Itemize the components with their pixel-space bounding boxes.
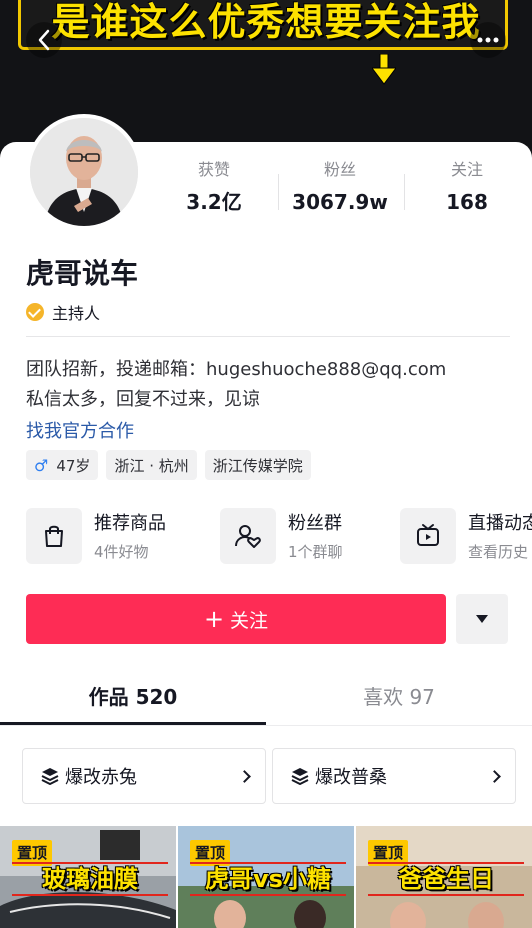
stat-likes-value: 3.2亿 <box>186 190 242 214</box>
more-dots-icon <box>477 37 499 43</box>
more-options-dropdown[interactable] <box>456 594 508 644</box>
stat-following-value: 168 <box>446 190 488 214</box>
video-grid: 置顶 玻璃油膜 置顶 虎哥vs小糖 置顶 爸爸生日 <box>0 826 532 928</box>
tv-play-icon <box>400 508 456 564</box>
service-title: 粉丝群 <box>288 513 342 534</box>
chevron-left-icon <box>38 29 50 51</box>
stat-following-label: 关注 <box>450 160 483 179</box>
stat-followers-value: 3067.9w <box>292 190 388 214</box>
fan-group-icon <box>220 508 276 564</box>
video-cover-title: 虎哥vs小糖 <box>190 862 346 896</box>
verified-check-icon <box>26 303 44 321</box>
stat-followers-label: 粉丝 <box>323 160 356 179</box>
tag-location-text: 浙江 · 杭州 <box>114 456 189 475</box>
service-fan-group[interactable]: 粉丝群 1个群聊 <box>220 508 390 566</box>
verification-text: 主持人 <box>52 304 101 323</box>
tag-school-text: 浙江传媒学院 <box>212 456 303 475</box>
video-thumbnail[interactable]: 置顶 玻璃油膜 <box>0 826 176 928</box>
stat-divider <box>404 174 405 210</box>
plus-icon: + <box>203 605 225 633</box>
down-arrow-icon <box>372 54 396 85</box>
banner-text: 是谁这么优秀想要关注我 <box>51 0 481 44</box>
collections-row: 爆改赤兔 爆改普桑 <box>22 748 522 806</box>
profile-name: 虎哥说车 <box>26 257 139 290</box>
more-button[interactable] <box>470 22 506 58</box>
service-subtitle: 1个群聊 <box>288 543 343 561</box>
verification-badge: 主持人 <box>26 302 101 323</box>
bio-line-2: 私信太多，回复不过来，见谅 <box>26 389 260 410</box>
tag-age-text: 47岁 <box>56 456 91 475</box>
tab-likes[interactable]: 喜欢 97 <box>266 672 532 722</box>
collection-label: 爆改普桑 <box>315 767 387 788</box>
cooperation-link[interactable]: 找我官方合作 <box>26 420 134 444</box>
stat-likes-label: 获赞 <box>197 160 230 179</box>
follow-button[interactable]: + 关注 <box>26 594 446 644</box>
stat-likes[interactable]: 获赞 3.2亿 <box>178 160 250 214</box>
service-subtitle: 查看历史 <box>468 543 529 561</box>
service-title: 直播动态 <box>468 513 532 534</box>
video-thumbnail[interactable]: 置顶 爸爸生日 <box>356 826 532 928</box>
video-cover-title: 玻璃油膜 <box>12 862 168 896</box>
collection-item[interactable]: 爆改普桑 <box>272 748 516 804</box>
chevron-right-icon <box>238 769 251 783</box>
tab-works[interactable]: 作品 520 <box>0 672 266 722</box>
caret-down-icon <box>476 615 488 623</box>
avatar[interactable] <box>26 114 142 230</box>
service-subtitle: 4件好物 <box>94 543 149 561</box>
profile-card: 获赞 3.2亿 粉丝 3067.9w 关注 168 虎哥说车 主持人 团队招新，… <box>0 114 532 928</box>
stat-following[interactable]: 关注 168 <box>430 160 504 214</box>
video-thumbnail[interactable]: 置顶 虎哥vs小糖 <box>178 826 354 928</box>
stat-divider <box>278 174 279 210</box>
tag-school[interactable]: 浙江传媒学院 <box>204 450 311 480</box>
stats-bar: 获赞 3.2亿 粉丝 3067.9w 关注 168 <box>160 160 532 216</box>
stat-followers[interactable]: 粉丝 3067.9w <box>290 160 390 214</box>
collection-label: 爆改赤兔 <box>65 767 137 788</box>
bio-line-1: 团队招新，投递邮箱：hugeshuoche888@qq.com <box>26 359 447 380</box>
follow-label: 关注 <box>230 609 269 632</box>
service-recommended-products[interactable]: 推荐商品 4件好物 <box>26 508 206 566</box>
layers-icon <box>41 768 59 785</box>
male-icon: ♂ <box>34 455 49 475</box>
collection-item[interactable]: 爆改赤兔 <box>22 748 266 804</box>
back-button[interactable] <box>26 22 62 58</box>
video-cover-title: 爸爸生日 <box>368 862 524 896</box>
tag-location[interactable]: 浙江 · 杭州 <box>106 450 197 480</box>
tag-age: ♂ 47岁 <box>26 450 99 480</box>
shopping-bag-icon <box>26 508 82 564</box>
service-title: 推荐商品 <box>94 513 166 534</box>
layers-icon <box>291 768 309 785</box>
service-live-updates[interactable]: 直播动态 查看历史 <box>400 508 532 566</box>
avatar-portrait <box>30 118 138 226</box>
content-tabs: 作品 520 喜欢 97 <box>0 672 532 726</box>
profile-tags: ♂ 47岁 浙江 · 杭州 浙江传媒学院 <box>26 450 319 480</box>
chevron-right-icon <box>488 769 501 783</box>
divider <box>0 725 532 726</box>
services-row: 推荐商品 4件好物 粉丝群 1个群聊 直播动态 查看历史 <box>26 508 532 566</box>
divider <box>26 336 510 337</box>
